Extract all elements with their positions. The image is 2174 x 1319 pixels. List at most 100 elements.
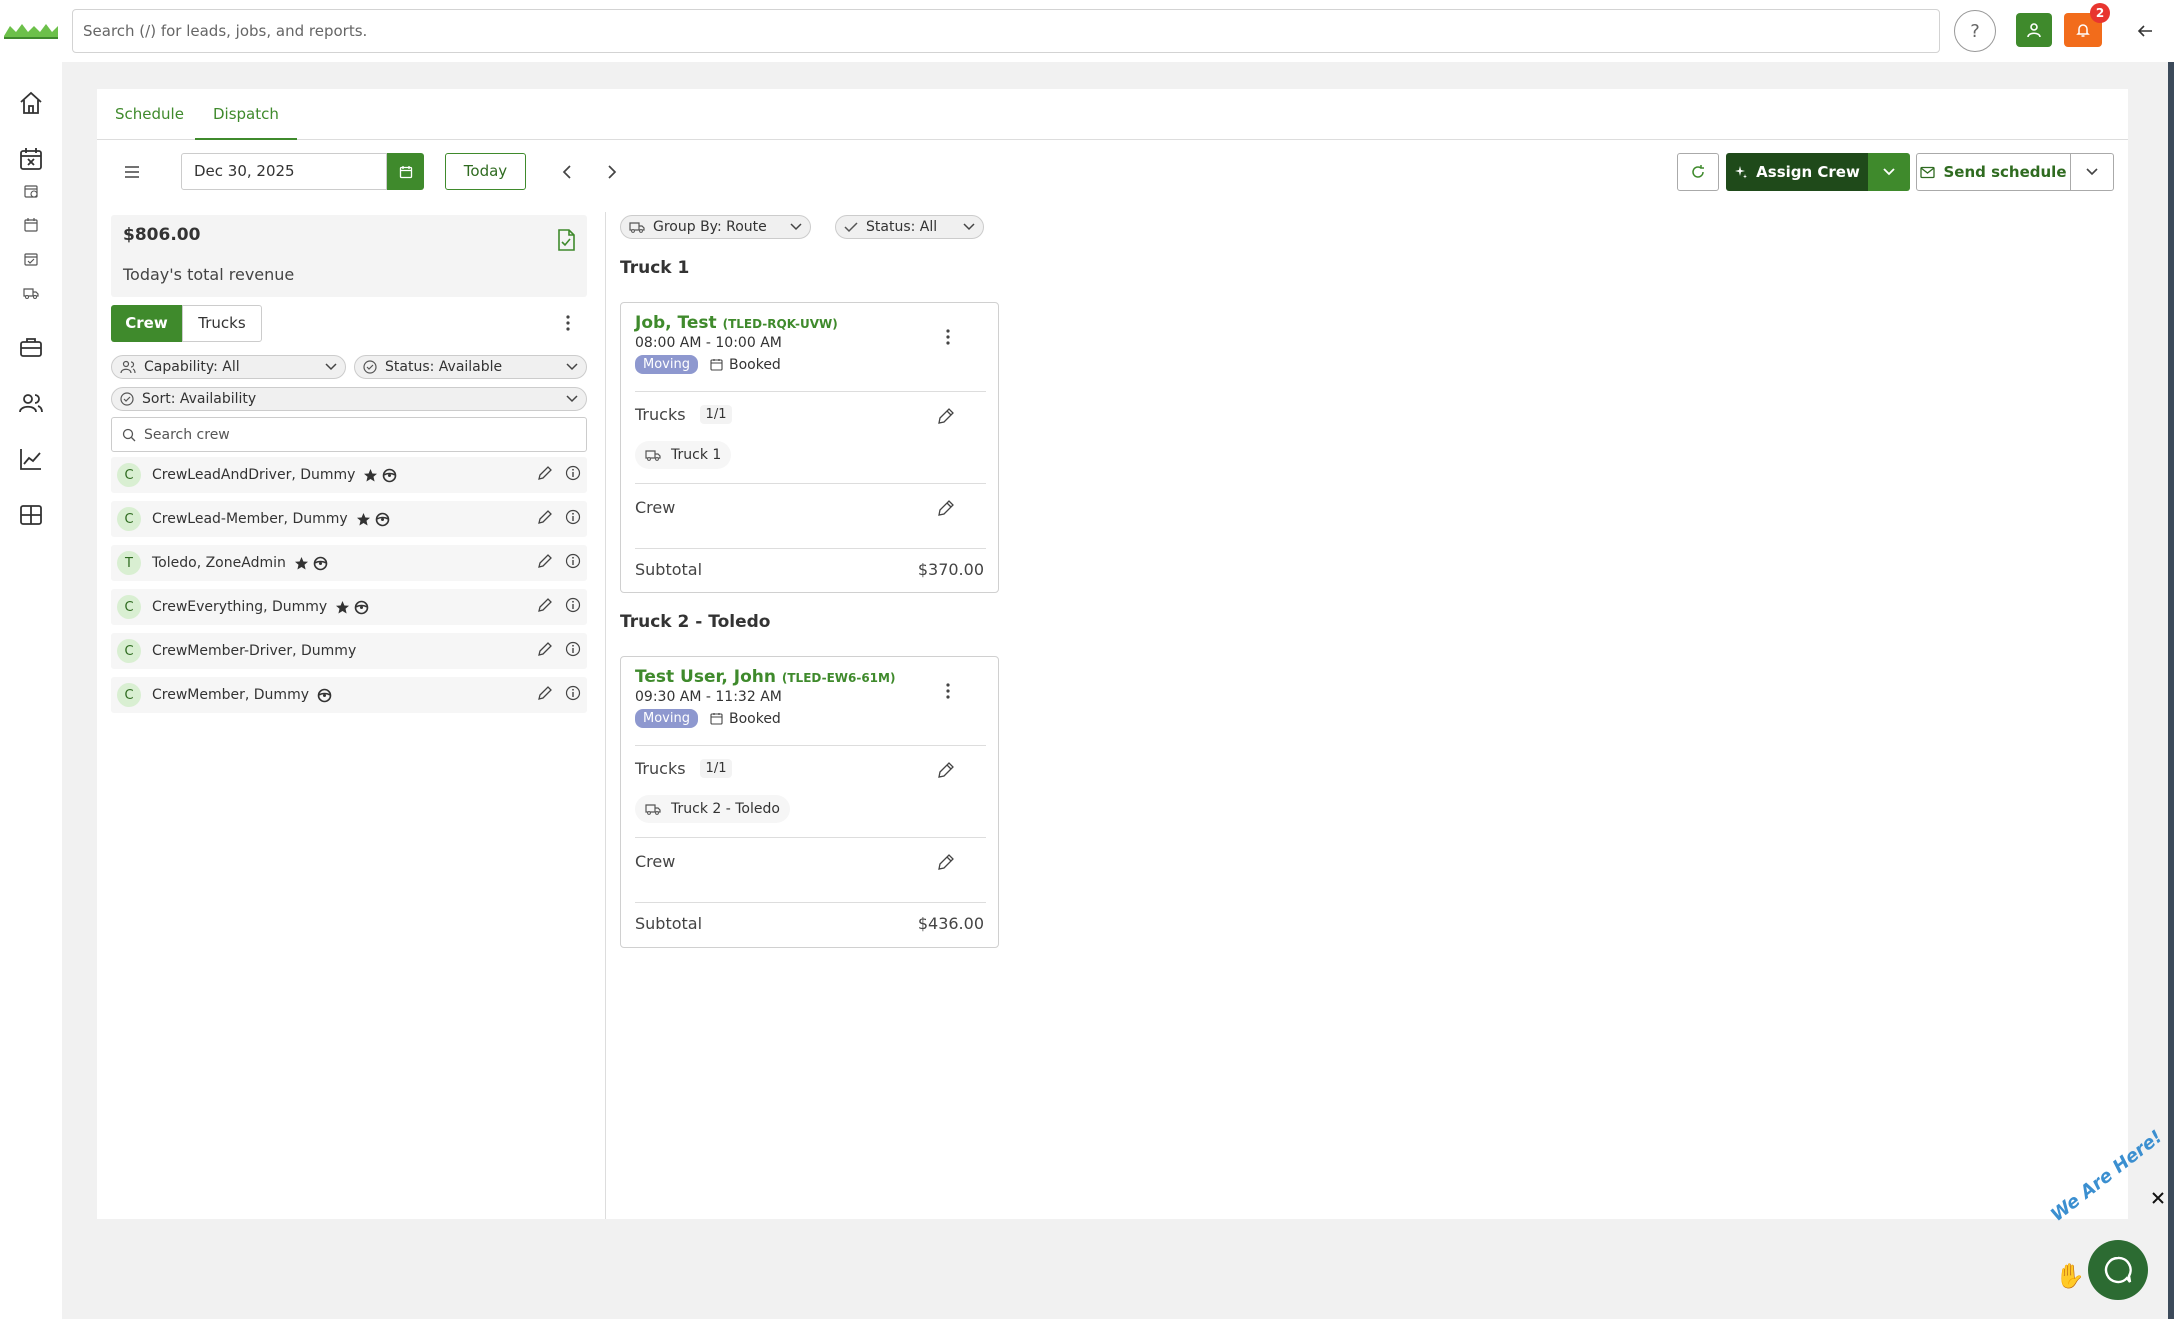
crew-name: CrewMember, Dummy	[152, 687, 309, 703]
edit-trucks-pencil-icon[interactable]	[937, 761, 955, 779]
capability-filter[interactable]: Capability: All	[111, 355, 346, 379]
edit-crew-pencil-icon[interactable]	[937, 853, 955, 871]
trucks-section-label: Trucks 1/1	[635, 405, 733, 424]
chevron-down-icon	[2086, 168, 2098, 176]
send-schedule-button[interactable]: Send schedule	[1916, 153, 2071, 191]
sidebar-item-schedule[interactable]	[22, 182, 40, 200]
crew-list-item[interactable]: C CrewLeadAndDriver, Dummy	[111, 457, 587, 493]
info-icon[interactable]	[565, 509, 581, 525]
chat-close-button[interactable]	[2150, 1190, 2166, 1206]
crew-list-item[interactable]: C CrewEverything, Dummy	[111, 589, 587, 625]
sidebar-item-trucks[interactable]	[22, 284, 40, 302]
search-icon	[122, 428, 136, 441]
help-button[interactable]: ?	[1954, 10, 1996, 52]
sidebar-item-apps[interactable]	[14, 498, 48, 532]
job-card[interactable]: Job, Test (TLED-RQK-UVW) 08:00 AM - 10:0…	[620, 302, 999, 593]
global-search-input[interactable]: Search (/) for leads, jobs, and reports.	[72, 9, 1940, 53]
next-day-button[interactable]	[602, 161, 622, 183]
company-logo[interactable]	[2, 18, 60, 42]
job-name: Test User, John	[635, 667, 776, 687]
sidebar-item-jobs[interactable]	[14, 330, 48, 364]
send-schedule-label: Send schedule	[1943, 163, 2067, 181]
sort-filter[interactable]: Sort: Availability	[111, 387, 587, 411]
calendar-icon	[399, 165, 412, 178]
job-options-button[interactable]	[938, 325, 958, 349]
truck-chip[interactable]: Truck 2 - Toledo	[635, 795, 790, 823]
collapse-button[interactable]	[2130, 16, 2160, 46]
chat-bubble-icon	[2104, 1256, 2132, 1284]
tab-schedule[interactable]: Schedule	[97, 89, 202, 140]
crew-section-label: Crew	[635, 498, 676, 517]
job-title-link[interactable]: Test User, John (TLED-EW6-61M)	[635, 667, 895, 687]
user-profile-button[interactable]	[2016, 13, 2052, 47]
crew-options-button[interactable]	[558, 311, 578, 335]
pencil-icon[interactable]	[537, 685, 553, 701]
crew-list-item[interactable]: C CrewMember, Dummy	[111, 677, 587, 713]
job-name: Job, Test	[635, 313, 717, 333]
info-icon[interactable]	[565, 465, 581, 481]
chat-launcher-button[interactable]	[2088, 1240, 2148, 1300]
route-group-title: Truck 2 - Toledo	[620, 612, 771, 632]
pencil-icon[interactable]	[537, 509, 553, 525]
date-input[interactable]: Dec 30, 2025	[181, 153, 387, 190]
pencil-icon[interactable]	[537, 465, 553, 481]
info-icon[interactable]	[565, 641, 581, 657]
tab-dispatch[interactable]: Dispatch	[195, 89, 297, 140]
crew-list-item[interactable]: C CrewLead-Member, Dummy	[111, 501, 587, 537]
user-icon	[2027, 23, 2041, 38]
crew-search-input[interactable]: Search crew	[111, 417, 587, 452]
dispatch-status-filter[interactable]: Status: All	[835, 215, 984, 239]
sidebar-item-availability[interactable]	[22, 250, 40, 268]
trucks-count: 1/1	[699, 759, 733, 778]
job-card[interactable]: Test User, John (TLED-EW6-61M) 09:30 AM …	[620, 656, 999, 948]
avatar: C	[117, 463, 141, 487]
sidebar-item-customers[interactable]	[14, 386, 48, 420]
status-filter[interactable]: Status: Available	[354, 355, 587, 379]
sort-filter-label: Sort: Availability	[142, 391, 257, 407]
crew-name: CrewEverything, Dummy	[152, 599, 328, 615]
truck-chip[interactable]: Truck 1	[635, 441, 732, 469]
assign-crew-button[interactable]: Assign Crew	[1726, 153, 1868, 191]
sidebar-item-reports[interactable]	[14, 442, 48, 476]
menu-toggle-button[interactable]	[121, 161, 143, 183]
revenue-report-button[interactable]	[557, 229, 575, 251]
crew-search-placeholder: Search crew	[144, 426, 230, 443]
calendar-icon	[710, 713, 723, 725]
mail-icon	[1920, 166, 1936, 178]
info-icon[interactable]	[565, 597, 581, 613]
sidebar-item-calendar[interactable]	[14, 142, 48, 176]
send-schedule-options-button[interactable]	[2071, 153, 2114, 191]
segment-crew[interactable]: Crew	[111, 305, 182, 342]
job-options-button[interactable]	[938, 679, 958, 703]
status-badge: Booked	[710, 711, 781, 727]
job-type-badge: Moving	[635, 709, 698, 728]
sidebar-item-dispatch[interactable]	[22, 216, 40, 234]
crew-list-item[interactable]: C CrewMember-Driver, Dummy	[111, 633, 587, 669]
trucks-section-label: Trucks 1/1	[635, 759, 733, 778]
job-code: (TLED-EW6-61M)	[781, 671, 896, 685]
pencil-icon[interactable]	[537, 641, 553, 657]
scrollbar[interactable]	[2168, 62, 2174, 1319]
info-icon[interactable]	[565, 553, 581, 569]
group-by-filter[interactable]: Group By: Route	[620, 215, 811, 239]
info-icon[interactable]	[565, 685, 581, 701]
segment-trucks[interactable]: Trucks	[182, 305, 262, 342]
crew-list-item[interactable]: T Toledo, ZoneAdmin	[111, 545, 587, 581]
edit-trucks-pencil-icon[interactable]	[937, 407, 955, 425]
job-time: 08:00 AM - 10:00 AM	[635, 335, 782, 351]
pencil-icon[interactable]	[537, 553, 553, 569]
assign-crew-options-button[interactable]	[1868, 153, 1910, 191]
previous-day-button[interactable]	[557, 161, 577, 183]
date-picker-button[interactable]	[387, 153, 424, 190]
edit-crew-pencil-icon[interactable]	[937, 499, 955, 517]
subtotal-label: Subtotal	[635, 560, 703, 579]
status-label: Booked	[728, 356, 781, 373]
truck-icon	[645, 450, 661, 461]
crew-name: CrewLead-Member, Dummy	[152, 511, 348, 527]
today-button[interactable]: Today	[445, 153, 526, 190]
sidebar-item-home[interactable]	[14, 86, 48, 120]
job-title-link[interactable]: Job, Test (TLED-RQK-UVW)	[635, 313, 838, 333]
pencil-icon[interactable]	[537, 597, 553, 613]
home-icon	[20, 91, 42, 114]
refresh-button[interactable]	[1677, 153, 1719, 191]
